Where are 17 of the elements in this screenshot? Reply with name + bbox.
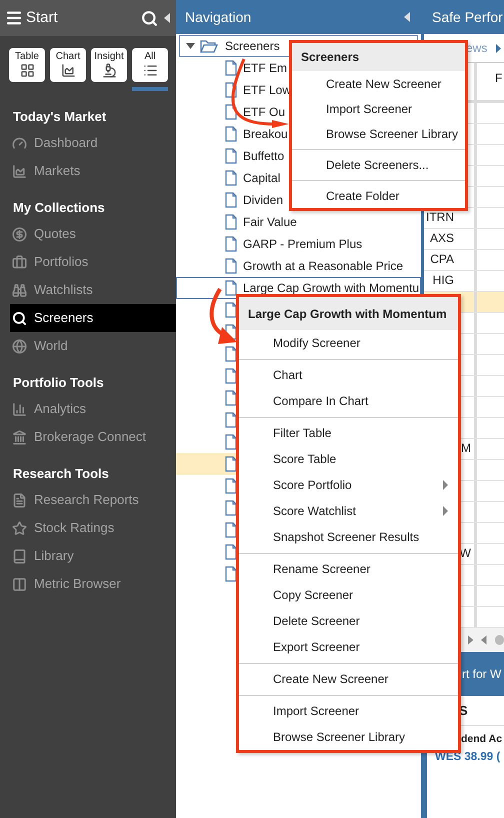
ticker-cell-text: AXS (430, 230, 454, 247)
sidebar-title: Start (26, 8, 58, 28)
ticker-cell-text: ITRN (426, 209, 454, 226)
menu-header: Screeners (292, 43, 465, 71)
menu-header: Large Cap Growth with Momentum (239, 297, 458, 330)
section-heading: My Collections (12, 199, 106, 218)
section-heading: Research Tools (12, 465, 110, 484)
dividend-heading: dend Ac (461, 732, 502, 748)
panel-title: Navigation (185, 8, 252, 27)
ticker-cell-text: M (461, 440, 471, 457)
section-heading: Today's Market (12, 108, 108, 126)
ticker-cell-text: HIG (432, 272, 454, 289)
section-heading: Portfolio Tools (12, 374, 105, 392)
ticker-cell-text: CPA (430, 251, 454, 268)
column-header: F (494, 70, 502, 87)
panel-title: rt for W (462, 666, 502, 683)
panel-title: Safe Perfor (432, 8, 503, 26)
